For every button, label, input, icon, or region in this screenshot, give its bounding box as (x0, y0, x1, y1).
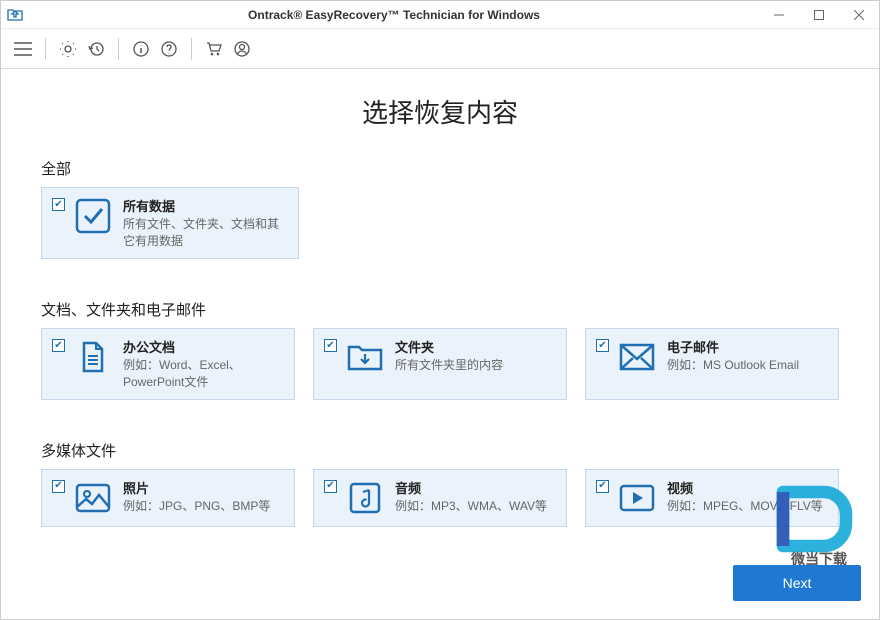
email-icon (617, 337, 657, 377)
help-icon[interactable] (157, 37, 181, 61)
checkbox-email[interactable] (596, 339, 609, 352)
history-icon[interactable] (84, 37, 108, 61)
titlebar: Ontrack® EasyRecovery™ Technician for Wi… (1, 1, 879, 29)
cart-icon[interactable] (202, 37, 226, 61)
checkbox-video[interactable] (596, 480, 609, 493)
checkbox-audio[interactable] (324, 480, 337, 493)
card-title: 电子邮件 (667, 337, 828, 356)
card-office[interactable]: 办公文档例如：Word、Excel、PowerPoint文件 (41, 328, 295, 400)
card-desc: 例如：MS Outlook Email (667, 357, 828, 374)
card-title: 所有数据 (123, 196, 288, 215)
section-docs-label: 文档、文件夹和电子邮件 (41, 299, 839, 320)
maximize-button[interactable] (799, 1, 839, 29)
divider (191, 38, 192, 60)
card-title: 照片 (123, 478, 284, 497)
check-box-icon (73, 196, 113, 236)
info-icon[interactable] (129, 37, 153, 61)
card-folder[interactable]: 文件夹所有文件夹里的内容 (313, 328, 567, 400)
next-button[interactable]: Next (733, 565, 861, 601)
document-icon (73, 337, 113, 377)
card-desc: 例如：JPG、PNG、BMP等 (123, 498, 284, 515)
checkbox-photo[interactable] (52, 480, 65, 493)
card-photo[interactable]: 照片例如：JPG、PNG、BMP等 (41, 469, 295, 527)
photo-icon (73, 478, 113, 518)
gear-icon[interactable] (56, 37, 80, 61)
page-title: 选择恢复内容 (41, 93, 839, 130)
toolbar (1, 29, 879, 69)
close-button[interactable] (839, 1, 879, 29)
folder-icon (345, 337, 385, 377)
minimize-button[interactable] (759, 1, 799, 29)
app-icon (1, 1, 29, 29)
video-icon (617, 478, 657, 518)
card-desc: 所有文件、文件夹、文档和其它有用数据 (123, 216, 288, 250)
card-title: 文件夹 (395, 337, 556, 356)
card-email[interactable]: 电子邮件例如：MS Outlook Email (585, 328, 839, 400)
divider (45, 38, 46, 60)
checkbox-all[interactable] (52, 198, 65, 211)
card-title: 办公文档 (123, 337, 284, 356)
section-media-label: 多媒体文件 (41, 440, 839, 461)
checkbox-office[interactable] (52, 339, 65, 352)
card-desc: 例如：Word、Excel、PowerPoint文件 (123, 357, 284, 391)
card-desc: 所有文件夹里的内容 (395, 357, 556, 374)
content: 选择恢复内容 全部 所有数据所有文件、文件夹、文档和其它有用数据 文档、文件夹和… (1, 69, 879, 527)
app-title: Ontrack® EasyRecovery™ Technician for Wi… (29, 8, 759, 22)
checkbox-folder[interactable] (324, 339, 337, 352)
card-title: 音频 (395, 478, 556, 497)
divider (118, 38, 119, 60)
menu-icon[interactable] (11, 37, 35, 61)
card-audio[interactable]: 音频例如：MP3、WMA、WAV等 (313, 469, 567, 527)
card-all-data[interactable]: 所有数据所有文件、文件夹、文档和其它有用数据 (41, 187, 299, 259)
audio-icon (345, 478, 385, 518)
section-all-label: 全部 (41, 158, 839, 179)
card-desc: 例如：MP3、WMA、WAV等 (395, 498, 556, 515)
user-icon[interactable] (230, 37, 254, 61)
